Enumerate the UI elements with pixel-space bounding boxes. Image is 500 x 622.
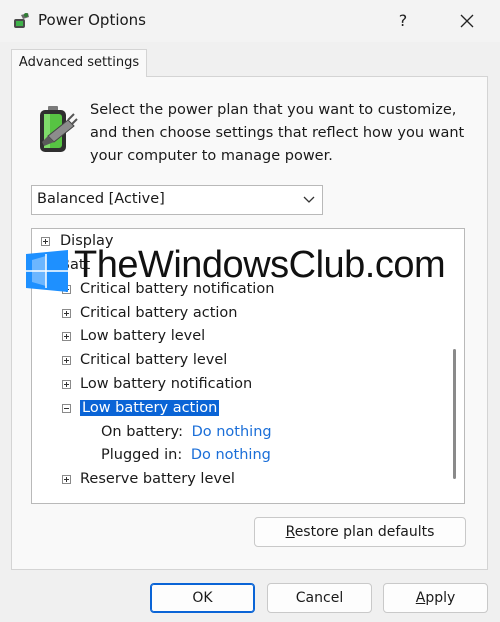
plugged-in-value-link[interactable]: Do nothing bbox=[191, 447, 271, 463]
window-title: Power Options bbox=[38, 11, 146, 29]
button-label: estore plan defaults bbox=[294, 524, 435, 540]
button-label-mnemonic: A bbox=[415, 590, 426, 606]
expand-icon[interactable] bbox=[62, 309, 71, 318]
button-label-mnemonic: R bbox=[285, 524, 295, 540]
battery-plug-icon bbox=[40, 106, 78, 152]
tree-node-label: Critical battery level bbox=[80, 352, 228, 368]
tree-node-label: Low battery notification bbox=[80, 376, 253, 392]
description-line: Select the power plan that you want to c… bbox=[90, 102, 457, 118]
tab-advanced-settings[interactable]: Advanced settings bbox=[11, 49, 147, 77]
tree-node-critical-battery-level[interactable]: Critical battery level bbox=[62, 349, 227, 371]
collapse-icon[interactable] bbox=[62, 404, 71, 413]
setting-label: On battery: bbox=[101, 424, 183, 440]
ok-button[interactable]: OK bbox=[150, 583, 255, 613]
power-options-icon bbox=[14, 13, 29, 28]
windows-logo-icon bbox=[26, 250, 68, 292]
watermark-text: TheWindowsClub.com bbox=[74, 244, 446, 286]
description-line: your computer to manage power. bbox=[90, 148, 333, 164]
tree-node-label: Reserve battery level bbox=[80, 471, 235, 487]
restore-plan-defaults-button[interactable]: Restore plan defaults bbox=[254, 517, 466, 547]
power-plan-value: Balanced [Active] bbox=[37, 191, 165, 207]
description-text: Select the power plan that you want to c… bbox=[90, 99, 470, 168]
help-button[interactable]: ? bbox=[388, 8, 418, 34]
expand-icon[interactable] bbox=[41, 237, 50, 246]
cancel-button[interactable]: Cancel bbox=[267, 583, 372, 613]
tree-node-low-battery-action[interactable]: Low battery action bbox=[62, 397, 220, 419]
chevron-down-icon bbox=[303, 196, 315, 203]
description-line: and then choose settings that reflect ho… bbox=[90, 125, 465, 141]
tree-node-low-battery-level[interactable]: Low battery level bbox=[62, 325, 205, 347]
setting-label: Plugged in: bbox=[101, 447, 183, 463]
setting-on-battery: On battery: Do nothing bbox=[101, 421, 272, 443]
tree-node-critical-battery-action[interactable]: Critical battery action bbox=[62, 302, 238, 324]
tree-node-label: Low battery level bbox=[80, 328, 206, 344]
tree-node-low-battery-notification[interactable]: Low battery notification bbox=[62, 373, 252, 395]
tree-node-reserve-battery-level[interactable]: Reserve battery level bbox=[62, 468, 235, 490]
tree-node-label: Critical battery action bbox=[80, 305, 238, 321]
tree-node-label-selected: Low battery action bbox=[80, 400, 220, 416]
on-battery-value-link[interactable]: Do nothing bbox=[192, 424, 272, 440]
close-button[interactable] bbox=[452, 8, 482, 34]
expand-icon[interactable] bbox=[62, 356, 71, 365]
expand-icon[interactable] bbox=[62, 332, 71, 341]
expand-icon[interactable] bbox=[62, 475, 71, 484]
scrollbar-thumb[interactable] bbox=[453, 349, 456, 479]
power-plan-dropdown[interactable]: Balanced [Active] bbox=[31, 185, 323, 215]
title-bar: Power Options ? bbox=[0, 0, 500, 42]
expand-icon[interactable] bbox=[62, 380, 71, 389]
apply-button[interactable]: Apply bbox=[383, 583, 488, 613]
close-icon bbox=[460, 14, 474, 28]
button-label: pply bbox=[425, 590, 456, 606]
setting-plugged-in: Plugged in: Do nothing bbox=[101, 444, 271, 466]
